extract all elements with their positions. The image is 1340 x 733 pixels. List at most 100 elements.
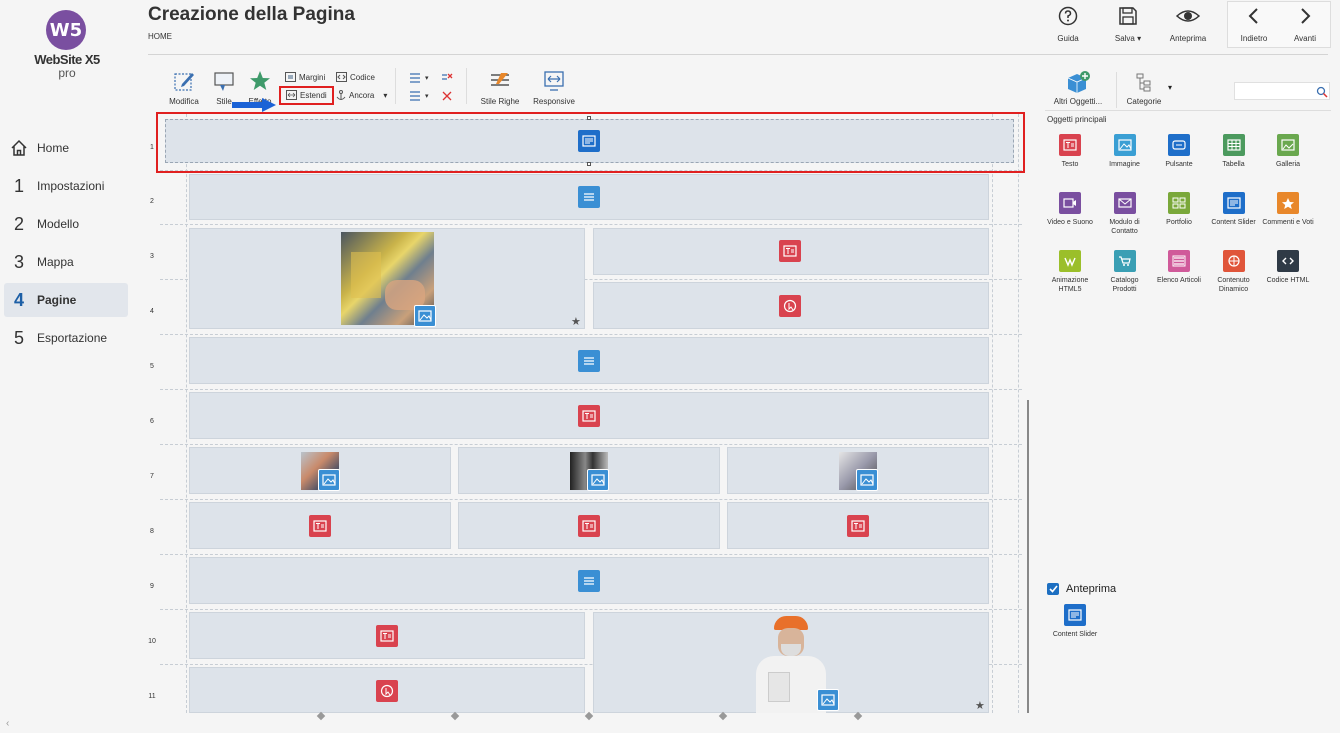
object-item-tabella[interactable]: Tabella <box>1207 134 1261 169</box>
sidebar-item-esportazione[interactable]: 5 Esportazione <box>4 321 128 355</box>
anchor-button[interactable]: Ancora ▾ <box>336 90 387 101</box>
checkmark-icon <box>1048 585 1058 593</box>
row-number: 11 <box>148 693 156 700</box>
comments-icon <box>1277 192 1299 214</box>
sidebar-item-label: Mappa <box>37 255 74 269</box>
guide-button[interactable]: Guida <box>1054 6 1082 46</box>
object-item-label: Tabella <box>1222 161 1245 168</box>
anchor-icon <box>336 90 346 100</box>
canvas-scrollbar[interactable] <box>1027 400 1029 713</box>
object-item-galleria[interactable]: Galleria <box>1261 134 1315 169</box>
header-divider <box>148 54 1328 55</box>
column-marker[interactable] <box>450 711 460 721</box>
object-item-commenti-e-voti[interactable]: Commenti e Voti <box>1261 192 1315 227</box>
object-item-immagine[interactable]: Immagine <box>1098 134 1152 169</box>
arrow-pointer-icon <box>232 98 276 112</box>
text-object-icon <box>309 515 331 537</box>
html-code-icon <box>1277 250 1299 272</box>
video-icon <box>1059 192 1081 214</box>
row-style-button[interactable]: Stile Righe <box>478 70 522 106</box>
column-marker[interactable] <box>584 711 594 721</box>
column-marker[interactable] <box>853 711 863 721</box>
app-logo: W5 WebSite X5 pro <box>28 8 106 84</box>
app-window: W5 WebSite X5 pro Home 1 Impostazioni 2 … <box>0 0 1340 733</box>
sidebar-item-home[interactable]: Home <box>4 131 128 165</box>
object-item-contenuto-dinamico[interactable]: Contenuto Dinamico <box>1207 250 1261 294</box>
preview-checkbox[interactable] <box>1047 583 1059 595</box>
eye-icon <box>1176 10 1200 22</box>
grid-row-line <box>160 389 1022 390</box>
object-item-label: Galleria <box>1275 161 1301 168</box>
chevron-down-icon[interactable]: ▾ <box>425 92 429 100</box>
row-number: 3 <box>150 253 154 260</box>
object-item-modulo-di-contatto[interactable]: Modulo di Contatto <box>1098 192 1152 236</box>
sidebar-item-modello[interactable]: 2 Modello <box>4 207 128 241</box>
object-item-codice-html[interactable]: Codice HTML <box>1261 250 1315 285</box>
back-button[interactable]: Indietro <box>1236 6 1272 46</box>
star-icon: ★ <box>975 700 985 712</box>
save-button[interactable]: Salva ▾ <box>1112 6 1144 46</box>
back-label: Indietro <box>1240 34 1268 43</box>
collapse-sidebar-icon[interactable]: ‹ <box>6 718 9 729</box>
object-item-content-slider[interactable]: Content Slider <box>1207 192 1261 227</box>
object-item-animazione-html5[interactable]: Animazione HTML5 <box>1043 250 1097 294</box>
sidebar-item-label: Home <box>37 141 70 155</box>
click-object-icon <box>376 680 398 702</box>
toolbar-divider <box>395 68 396 104</box>
step-number: 5 <box>13 327 24 348</box>
margins-button[interactable]: Margini <box>285 72 325 82</box>
chevron-left-icon <box>1248 8 1258 24</box>
categories-icon <box>1136 73 1151 92</box>
object-item-pulsante[interactable]: Pulsante <box>1152 134 1206 169</box>
object-item-label: Portfolio <box>1166 219 1192 226</box>
code-label: Codice <box>350 72 375 82</box>
save-label: Salva ▾ <box>1114 34 1142 43</box>
selection-highlight <box>156 112 1025 173</box>
row-insert-icon <box>410 91 420 101</box>
sidebar-item-mappa[interactable]: 3 Mappa <box>4 245 128 279</box>
code-button[interactable]: Codice <box>336 72 375 82</box>
other-objects-button[interactable]: Altri Oggetti... <box>1048 70 1108 106</box>
column-marker[interactable] <box>316 711 326 721</box>
text-object-icon <box>376 625 398 647</box>
categories-button[interactable]: Categorie <box>1124 72 1164 106</box>
menu-icon <box>578 350 600 372</box>
sidebar-item-pagine[interactable]: 4 Pagine <box>4 283 128 317</box>
object-item-catalogo-prodotti[interactable]: Catalogo Prodotti <box>1098 250 1152 294</box>
grid-column-line <box>1018 114 1019 713</box>
object-item-label: Pulsante <box>1165 161 1193 168</box>
object-item-video-e-suono[interactable]: Video e Suono <box>1043 192 1097 227</box>
column-marker[interactable] <box>718 711 728 721</box>
step-number: 3 <box>13 251 24 272</box>
search-clear-icon[interactable] <box>1316 85 1328 103</box>
object-item-label: Animazione HTML5 <box>1051 277 1089 293</box>
style-icon <box>214 72 234 91</box>
clear-row-button[interactable] <box>441 90 453 101</box>
responsive-button[interactable]: Responsive <box>530 70 578 106</box>
edit-icon <box>174 73 194 91</box>
object-item-testo[interactable]: Testo <box>1043 134 1097 169</box>
row-number: 10 <box>148 638 156 645</box>
grid-row-line <box>160 499 1022 500</box>
sidebar-item-impostazioni[interactable]: 1 Impostazioni <box>4 169 128 203</box>
chevron-down-icon[interactable]: ▾ <box>425 74 429 82</box>
dynamic-content-icon <box>1222 250 1245 272</box>
insert-row-below-button[interactable]: ▾ <box>408 90 429 101</box>
insert-row-above-button[interactable]: ▾ <box>408 72 429 83</box>
delete-row-button[interactable] <box>441 72 453 83</box>
preview-checkbox-label: Anteprima <box>1066 583 1117 595</box>
contact-form-icon <box>1113 192 1136 214</box>
extend-button[interactable]: Estendi <box>286 90 327 100</box>
forward-button[interactable]: Avanti <box>1289 6 1321 46</box>
chevron-down-icon[interactable]: ▾ <box>1168 83 1172 92</box>
chevron-down-icon[interactable]: ▾ <box>383 91 387 100</box>
breadcrumb[interactable]: HOME <box>148 32 172 41</box>
object-item-portfolio[interactable]: Portfolio <box>1152 192 1206 227</box>
anchor-label: Ancora <box>349 91 375 100</box>
preview-button[interactable]: Anteprima <box>1166 6 1210 46</box>
object-item-label: Immagine <box>1109 161 1140 168</box>
edit-button[interactable]: Modifica <box>164 70 204 106</box>
margins-icon <box>285 72 296 82</box>
extend-icon <box>286 90 297 100</box>
object-item-elenco-articoli[interactable]: Elenco Articoli <box>1152 250 1206 285</box>
